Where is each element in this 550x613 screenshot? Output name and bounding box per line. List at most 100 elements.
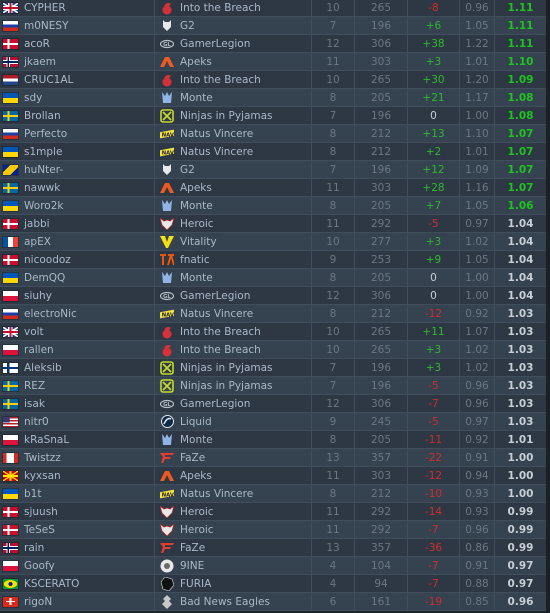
team-name[interactable]: Bad News Eagles — [180, 593, 270, 610]
player-cell[interactable]: electroNic — [0, 305, 155, 322]
team-name[interactable]: Natus Vincere — [180, 305, 253, 322]
table-row[interactable]: jabbi Heroic 11 292 -5 0.97 1.04 — [0, 215, 546, 233]
player-name[interactable]: apEX — [24, 233, 51, 250]
team-name[interactable]: GamerLegion — [180, 395, 250, 412]
team-cell[interactable]: Apeks — [155, 53, 312, 70]
player-name[interactable]: sdy — [24, 89, 42, 106]
player-cell[interactable]: nitr0 — [0, 413, 155, 430]
table-row[interactable]: jkaem Apeks 11 303 +3 1.01 1.10 — [0, 53, 546, 71]
player-name[interactable]: s1mple — [24, 143, 62, 160]
player-name[interactable]: REZ — [24, 377, 45, 394]
player-name[interactable]: jkaem — [24, 53, 56, 70]
team-cell[interactable]: GL GamerLegion — [155, 35, 312, 52]
table-row[interactable]: Twistzz FaZe 13 357 -22 0.91 1.00 — [0, 449, 546, 467]
player-cell[interactable]: Aleksib — [0, 359, 155, 376]
player-name[interactable]: jabbi — [24, 215, 50, 232]
team-cell[interactable]: Heroic — [155, 215, 312, 232]
table-row[interactable]: nitr0 Liquid 9 245 -5 0.97 1.03 — [0, 413, 546, 431]
team-cell[interactable]: NAVI Natus Vincere — [155, 485, 312, 502]
player-name[interactable]: Perfecto — [24, 125, 67, 142]
team-cell[interactable]: FURIA — [155, 575, 312, 592]
table-row[interactable]: acoR GL GamerLegion 12 306 +38 1.22 1.11 — [0, 35, 546, 53]
team-cell[interactable]: Monte — [155, 197, 312, 214]
player-cell[interactable]: rigoN — [0, 593, 155, 610]
player-name[interactable]: electroNic — [24, 305, 77, 322]
team-cell[interactable]: FaZe — [155, 449, 312, 466]
table-row[interactable]: Woro2k Monte 8 205 +7 1.05 1.06 — [0, 197, 546, 215]
player-name[interactable]: nitr0 — [24, 413, 49, 430]
team-name[interactable]: Vitality — [180, 233, 217, 250]
player-cell[interactable]: KSCERATO — [0, 575, 155, 592]
player-name[interactable]: Aleksib — [24, 359, 62, 376]
team-name[interactable]: 9INE — [180, 557, 204, 574]
team-cell[interactable]: Liquid — [155, 413, 312, 430]
player-cell[interactable]: Perfecto — [0, 125, 155, 142]
player-cell[interactable]: siuhy — [0, 287, 155, 304]
player-cell[interactable]: rallen — [0, 341, 155, 358]
player-name[interactable]: nicoodoz — [24, 251, 71, 268]
team-name[interactable]: Monte — [180, 431, 213, 448]
player-name[interactable]: volt — [24, 323, 44, 340]
table-row[interactable]: REZ Ninjas in Pyjamas 7 196 -5 0.96 1.03 — [0, 377, 546, 395]
table-row[interactable]: s1mple NAVI Natus Vincere 8 212 +2 1.01 … — [0, 143, 546, 161]
team-cell[interactable]: Monte — [155, 269, 312, 286]
player-cell[interactable]: sdy — [0, 89, 155, 106]
team-cell[interactable]: Monte — [155, 431, 312, 448]
player-name[interactable]: CRUC1AL — [24, 71, 73, 88]
table-row[interactable]: CRUC1AL Into the Breach 10 265 +30 1.20 … — [0, 71, 546, 89]
table-row[interactable]: nicoodoz fnatic 9 253 +9 1.05 1.04 — [0, 251, 546, 269]
team-cell[interactable]: Apeks — [155, 179, 312, 196]
player-cell[interactable]: Twistzz — [0, 449, 155, 466]
player-name[interactable]: siuhy — [24, 287, 52, 304]
player-name[interactable]: Brollan — [24, 107, 61, 124]
team-cell[interactable]: Into the Breach — [155, 323, 312, 340]
player-cell[interactable]: CRUC1AL — [0, 71, 155, 88]
player-name[interactable]: Goofy — [24, 557, 55, 574]
team-name[interactable]: Ninjas in Pyjamas — [180, 107, 273, 124]
player-cell[interactable]: rain — [0, 539, 155, 556]
team-name[interactable]: Apeks — [180, 179, 212, 196]
player-name[interactable]: b1t — [24, 485, 41, 502]
team-name[interactable]: Into the Breach — [180, 0, 261, 16]
team-cell[interactable]: G2 — [155, 17, 312, 34]
table-row[interactable]: kRaSnaL Monte 8 205 -11 0.92 1.01 — [0, 431, 546, 449]
table-row[interactable]: sjuush Heroic 11 292 -14 0.93 0.99 — [0, 503, 546, 521]
player-name[interactable]: m0NESY — [24, 17, 68, 34]
player-name[interactable]: rigoN — [24, 593, 52, 610]
player-name[interactable]: acoR — [24, 35, 50, 52]
team-cell[interactable]: NAVI Natus Vincere — [155, 143, 312, 160]
team-name[interactable]: Monte — [180, 269, 213, 286]
player-cell[interactable]: isak — [0, 395, 155, 412]
team-name[interactable]: Ninjas in Pyjamas — [180, 377, 273, 394]
team-cell[interactable]: NAVI Natus Vincere — [155, 305, 312, 322]
team-cell[interactable]: Ninjas in Pyjamas — [155, 107, 312, 124]
player-cell[interactable]: kyxsan — [0, 467, 155, 484]
player-name[interactable]: rallen — [24, 341, 54, 358]
team-name[interactable]: Heroic — [180, 503, 214, 520]
team-cell[interactable]: Ninjas in Pyjamas — [155, 359, 312, 376]
team-cell[interactable]: Apeks — [155, 467, 312, 484]
team-cell[interactable]: 9INE — [155, 557, 312, 574]
team-cell[interactable]: G2 — [155, 161, 312, 178]
player-name[interactable]: CYPHER — [24, 0, 66, 16]
player-name[interactable]: DemQQ — [24, 269, 65, 286]
team-name[interactable]: G2 — [180, 17, 195, 34]
team-cell[interactable]: Vitality — [155, 233, 312, 250]
player-cell[interactable]: Woro2k — [0, 197, 155, 214]
team-cell[interactable]: FaZe — [155, 539, 312, 556]
player-cell[interactable]: REZ — [0, 377, 155, 394]
team-name[interactable]: Heroic — [180, 215, 214, 232]
team-cell[interactable]: fnatic — [155, 251, 312, 268]
team-cell[interactable]: Monte — [155, 89, 312, 106]
team-cell[interactable]: NAVI Natus Vincere — [155, 125, 312, 142]
player-name[interactable]: Twistzz — [24, 449, 61, 466]
team-cell[interactable]: GL GamerLegion — [155, 287, 312, 304]
table-row[interactable]: rigoN Bad News Eagles 6 161 -19 0.85 0.9… — [0, 593, 546, 611]
team-cell[interactable]: Bad News Eagles — [155, 593, 312, 610]
team-name[interactable]: Natus Vincere — [180, 125, 253, 142]
team-name[interactable]: Natus Vincere — [180, 143, 253, 160]
team-name[interactable]: Into the Breach — [180, 71, 261, 88]
team-cell[interactable]: Heroic — [155, 521, 312, 538]
table-row[interactable]: Aleksib Ninjas in Pyjamas 7 196 +3 1.02 … — [0, 359, 546, 377]
player-cell[interactable]: volt — [0, 323, 155, 340]
